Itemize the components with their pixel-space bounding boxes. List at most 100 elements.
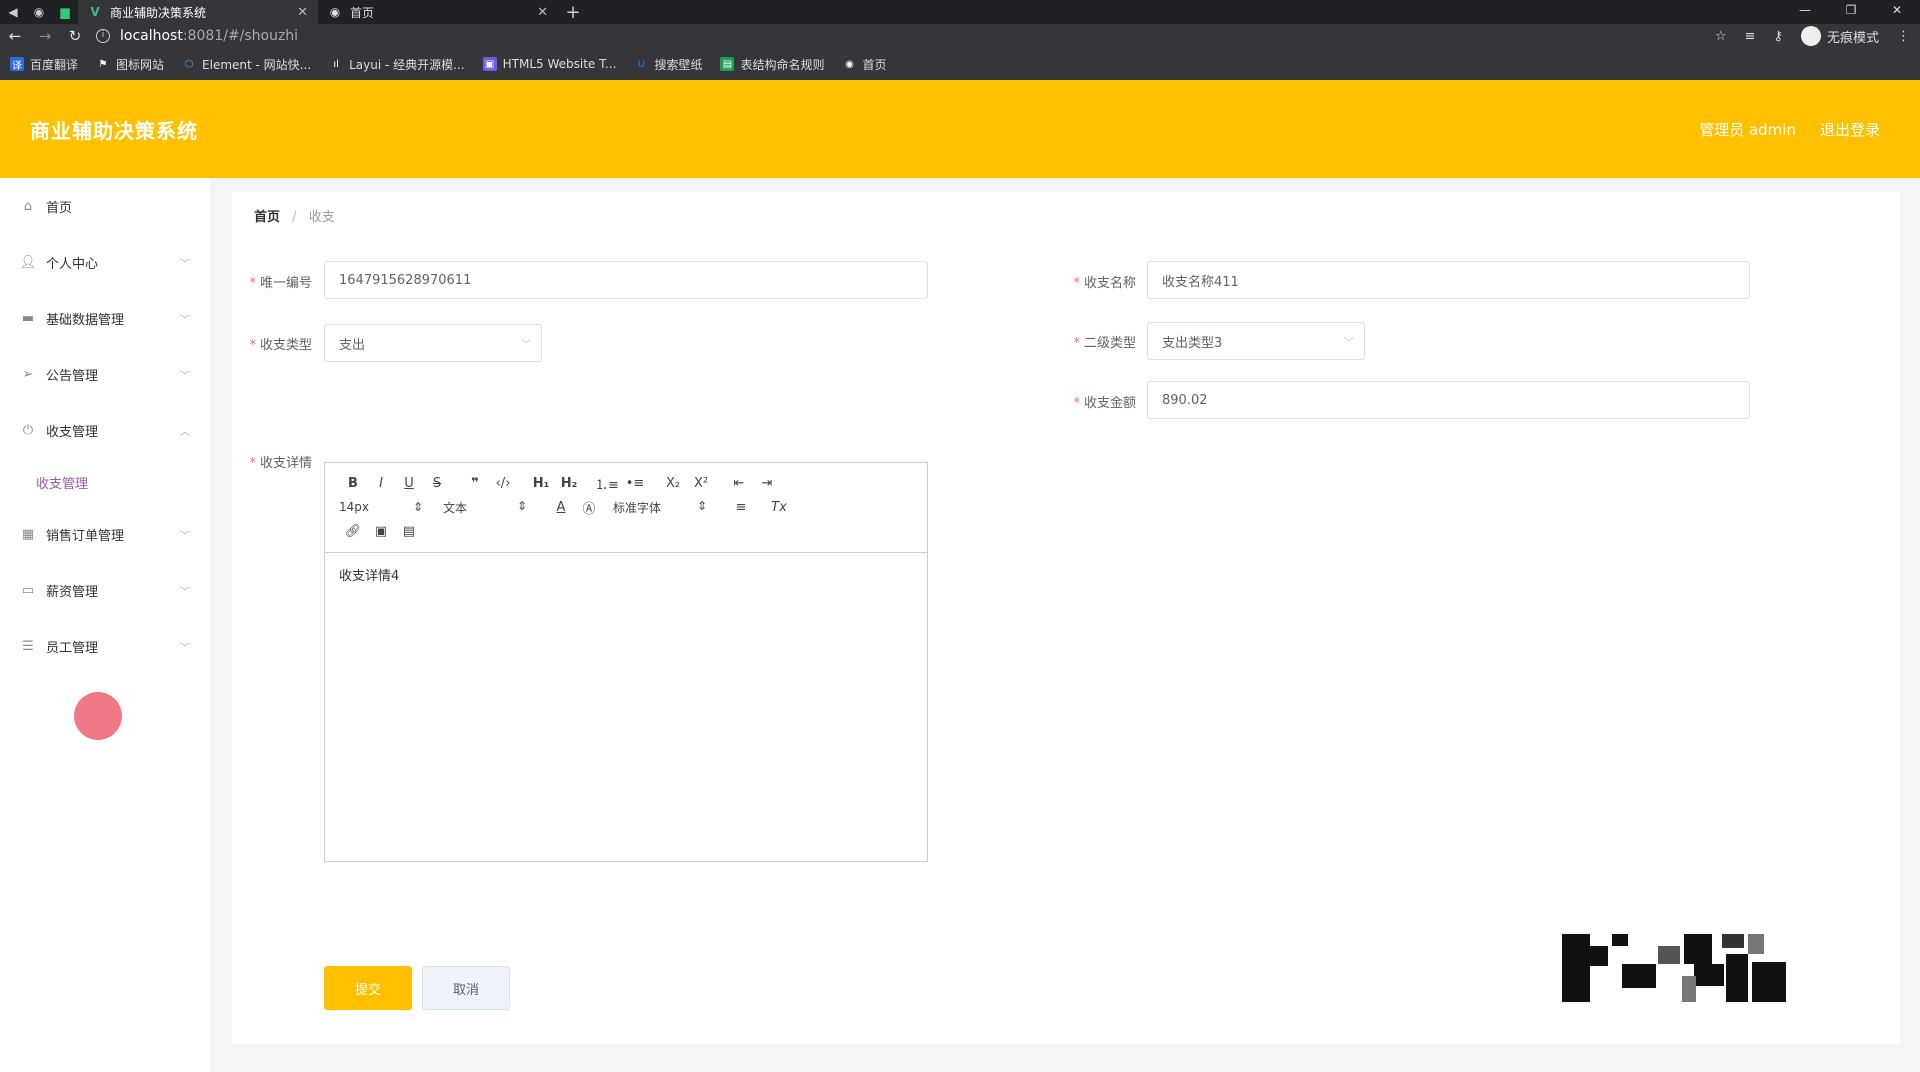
card-icon: ▭	[21, 582, 35, 598]
sheet-icon: ▤	[720, 57, 735, 71]
indent-icon[interactable]: ⇥	[753, 476, 781, 491]
subtype-select[interactable]: 支出类型3 ﹀	[1147, 322, 1365, 360]
html5-icon: ▣	[482, 57, 497, 71]
heading2-icon[interactable]: H₂	[555, 476, 583, 491]
amount-label: * 收支金额	[1073, 396, 1136, 411]
bookmark-item[interactable]: ◉ 首页	[842, 56, 886, 73]
breadcrumb-separator: /	[292, 210, 297, 225]
chevron-down-icon: ﹀	[180, 314, 190, 326]
tab-title: 首页	[350, 5, 375, 20]
star-icon[interactable]: ☆	[1715, 29, 1727, 44]
bold-icon[interactable]: B	[339, 476, 367, 491]
close-window-icon[interactable]: ✕	[1874, 0, 1920, 24]
background-color-icon[interactable]: Ⓐ	[575, 498, 603, 517]
new-tab-button[interactable]: +	[558, 2, 588, 23]
close-icon[interactable]: ✕	[537, 5, 548, 20]
back-icon[interactable]: ←	[0, 27, 30, 45]
font-size-select[interactable]: 14px ⇕	[339, 500, 423, 514]
browser-tab-active[interactable]: V 商业辅助决策系统 ✕	[78, 0, 318, 24]
sidebar-item-profile[interactable]: 👤︎ 个人中心 ﹀	[0, 234, 210, 290]
subscript-icon[interactable]: X₂	[659, 476, 687, 491]
sidebar-item-salary[interactable]: ▭ 薪资管理 ﹀	[0, 562, 210, 618]
info-icon[interactable]: i	[96, 29, 110, 43]
logout-link[interactable]: 退出登录	[1820, 119, 1880, 140]
cursor-highlight	[74, 692, 122, 740]
bookmark-item[interactable]: ▤ 表结构命名规则	[720, 56, 824, 73]
underline-icon[interactable]: U	[395, 476, 423, 491]
app-title: 商业辅助决策系统	[30, 118, 198, 143]
image-icon[interactable]: ▣	[367, 524, 395, 539]
unique-id-input[interactable]: 1647915628970611	[324, 261, 928, 299]
user-icon: 👤︎	[19, 254, 37, 270]
url-field[interactable]: i localhost :8081/#/shouzhi	[96, 24, 1697, 48]
globe-icon[interactable]: ◉	[26, 0, 52, 24]
up-down-icon: ⇕	[696, 498, 707, 513]
extension-icon[interactable]: ▆	[52, 0, 78, 24]
superscript-icon[interactable]: X²	[687, 476, 715, 491]
sidebar-item-home[interactable]: ⌂ 首页	[0, 178, 210, 234]
list-icon: ☰	[22, 638, 34, 654]
submenu-item-income-expense[interactable]: 收支管理	[0, 458, 210, 506]
forward-icon[interactable]: →	[30, 27, 60, 45]
current-user: 管理员 admin	[1699, 120, 1796, 139]
bookmark-item[interactable]: ⬡ Element - 网站快...	[182, 56, 311, 73]
translate-icon: 译	[10, 57, 24, 72]
bookmark-item[interactable]: ⚑ 图标网站	[96, 56, 165, 73]
sidebar-item-sales-order[interactable]: ▦ 销售订单管理 ﹀	[0, 506, 210, 562]
app-header: 商业辅助决策系统 管理员 admin 退出登录	[0, 80, 1920, 178]
heading1-icon[interactable]: H₁	[527, 476, 555, 491]
flag-icon: ⚑	[98, 58, 108, 70]
chevron-down-icon: ﹀	[180, 642, 190, 654]
bullet-list-icon[interactable]: •≡	[621, 476, 649, 491]
strikethrough-icon[interactable]: S	[423, 476, 451, 491]
chevron-down-icon: ﹀	[1344, 337, 1354, 349]
url-host: localhost	[120, 28, 183, 44]
unique-id-label: * 唯一编号	[249, 276, 312, 291]
amount-input[interactable]: 890.02	[1147, 381, 1750, 419]
speaker-icon[interactable]: ◀	[0, 0, 26, 24]
chevron-down-icon: ﹀	[180, 370, 190, 382]
sidebar-item-notice[interactable]: ➢ 公告管理 ﹀	[0, 346, 210, 402]
clear-format-icon[interactable]: Tx	[765, 500, 793, 515]
outdent-icon[interactable]: ⇤	[725, 476, 753, 491]
subtype-label: * 二级类型	[1073, 336, 1136, 351]
restore-icon[interactable]: ❐	[1828, 0, 1874, 24]
font-family-select[interactable]: 标准字体 ⇕	[613, 499, 707, 516]
sidebar-item-basic-data[interactable]: ▬ 基础数据管理 ﹀	[0, 290, 210, 346]
align-icon[interactable]: ≡	[727, 500, 755, 515]
bookmark-item[interactable]: 译百度翻译	[10, 56, 78, 73]
editor-content[interactable]: 收支详情4	[325, 553, 927, 596]
bookmark-item[interactable]: ▣ HTML5 Website T...	[482, 57, 616, 71]
chevron-down-icon: ﹀	[180, 586, 190, 598]
heading-select[interactable]: 文本 ⇕	[443, 499, 527, 516]
type-select[interactable]: 支出 ﹀	[324, 324, 542, 362]
italic-icon[interactable]: I	[367, 476, 395, 491]
bookmark-item[interactable]: ıl Layui - 经典开源模...	[329, 56, 464, 73]
breadcrumb-home[interactable]: 首页	[254, 210, 280, 225]
globe-icon: ◉	[845, 58, 854, 70]
code-icon[interactable]: ‹/›	[489, 476, 517, 491]
wallpaper-icon: U	[637, 58, 646, 70]
cancel-button[interactable]: 取消	[422, 966, 510, 1010]
profile-button[interactable]: 无痕模式	[1800, 26, 1879, 46]
url-path: :8081/#/shouzhi	[182, 28, 299, 44]
sidebar-item-income-expense[interactable]: ⏻ 收支管理 ︿	[0, 402, 210, 458]
bookmark-item[interactable]: U 搜索壁纸	[634, 56, 703, 73]
sidebar-item-staff[interactable]: ☰ 员工管理 ﹀	[0, 618, 210, 674]
font-color-icon[interactable]: A	[547, 500, 575, 515]
more-icon[interactable]: ⋮	[1897, 29, 1910, 44]
minimize-icon[interactable]: —	[1782, 0, 1828, 24]
video-icon[interactable]: ▤	[395, 524, 423, 539]
power-icon: ⏻	[22, 422, 34, 438]
reading-list-icon[interactable]: ≡	[1745, 29, 1756, 44]
ordered-list-icon[interactable]: ⒈≡	[593, 474, 621, 493]
reload-icon[interactable]: ↻	[60, 27, 90, 45]
browser-tab[interactable]: ◉ 首页 ✕	[318, 0, 558, 24]
link-icon[interactable]: 🔗︎	[339, 524, 367, 539]
submit-button[interactable]: 提交	[324, 966, 412, 1010]
element-icon: ⬡	[184, 58, 194, 70]
key-icon[interactable]: ⚷	[1773, 29, 1783, 44]
blockquote-icon[interactable]: ❞	[461, 476, 489, 491]
name-input[interactable]: 收支名称411	[1147, 261, 1750, 299]
close-icon[interactable]: ✕	[297, 5, 308, 20]
